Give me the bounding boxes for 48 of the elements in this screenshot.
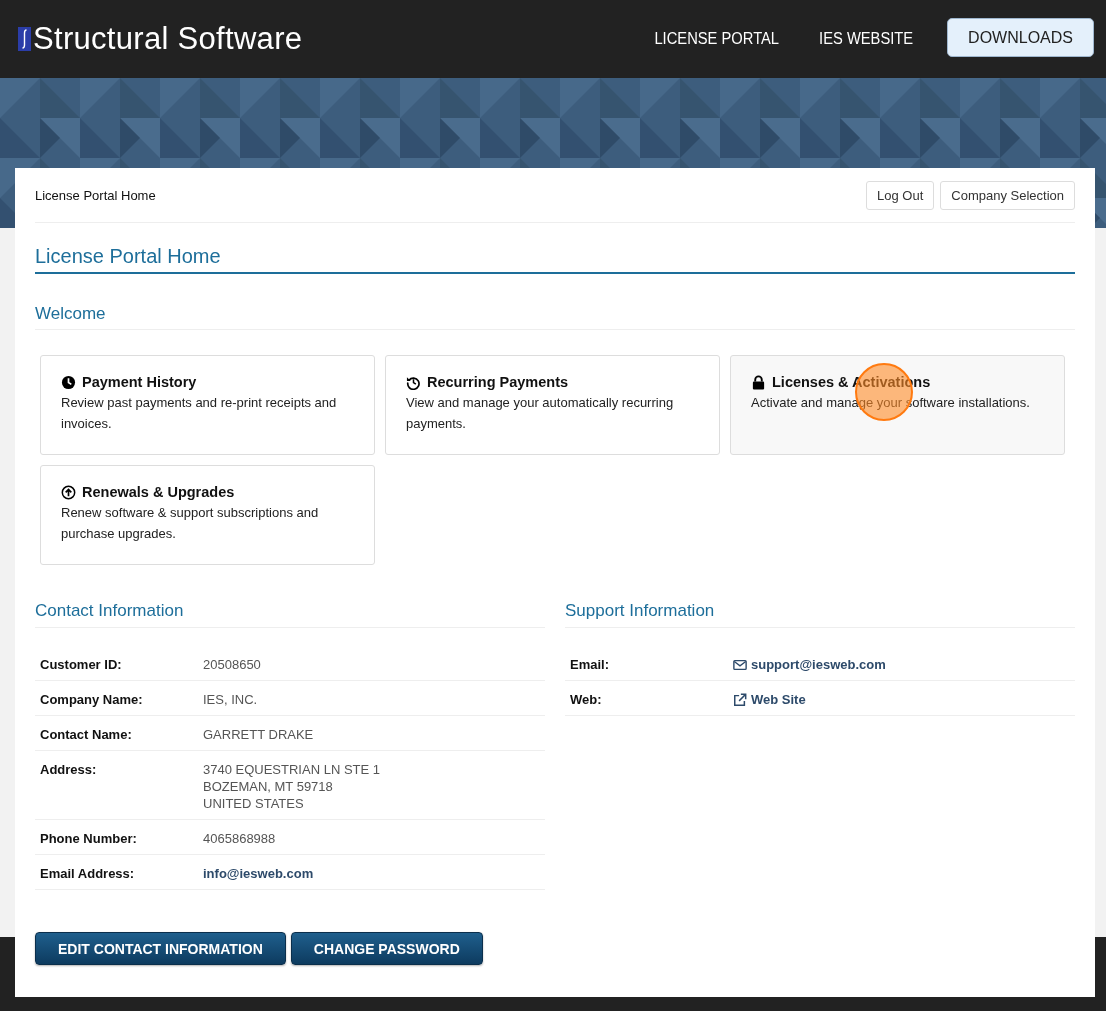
card-title: Licenses & Activations [772,374,931,390]
section-heading: Welcome [35,304,1075,330]
field-label: Contact Name: [40,726,133,743]
card-title: Renewals & Upgrades [82,484,235,500]
card-description: Renew software & support subscriptions and purchase upgrades. [61,504,320,543]
downloads-button[interactable]: DOWNLOADS [947,17,1094,57]
page-title: License Portal Home [35,245,1075,274]
section-heading: Support Information [565,601,1075,628]
logo-text: Structural Software [33,21,303,57]
history-icon [406,374,421,390]
action-button[interactable]: CHANGE PASSWORD [290,932,483,965]
header-button[interactable]: Company Selection [940,180,1075,210]
field-value: UNITED STATES [203,795,305,812]
envelope-icon [733,657,747,672]
field-label: Customer ID: [40,656,123,673]
feature-card[interactable]: Renewals & Upgrades Renew software & support subscriptions and purchase upgrades. [40,465,375,565]
field-label: Phone Number: [40,830,138,847]
field-label: Address: [40,761,98,779]
breadcrumb: License Portal Home [35,187,157,203]
field-label: Email: [570,656,610,673]
feature-card[interactable]: Recurring Payments View and manage your automatically recurring payments. [385,355,720,455]
field-value: IES, INC. [203,691,258,708]
logo-icon [18,27,31,51]
website-link[interactable]: Web Site [751,691,806,708]
lock-icon [751,374,766,390]
field-value: GARRETT DRAKE [203,726,314,743]
field-label: Company Name: [40,691,144,708]
field-value: BOZEMAN, MT 59718 [203,778,334,795]
clock-icon [61,374,76,390]
field-label: Email Address: [40,865,136,882]
feature-card[interactable]: Payment History Review past payments and re-print receipts and invoices. [40,355,375,455]
upload-circle-icon [61,484,76,500]
card-description: Review past payments and re-print receipts and invoices. [61,394,338,433]
header-button[interactable]: Log Out [866,180,935,210]
nav-link[interactable]: IES WEBSITE [818,30,913,48]
card-title: Recurring Payments [427,374,569,390]
field-value: 4065868988 [203,830,276,847]
email-link[interactable]: support@iesweb.com [751,656,886,673]
card-description: View and manage your automatically recurring payments. [406,394,675,433]
email-link[interactable]: info@iesweb.com [203,865,314,882]
external-link-icon [733,692,747,707]
action-button[interactable]: EDIT CONTACT INFORMATION [35,932,286,965]
nav-link[interactable]: LICENSE PORTAL [654,30,780,48]
card-title: Payment History [82,374,197,390]
field-value: 20508650 [203,656,261,673]
field-value: 3740 EQUESTRIAN LN STE 1 [203,761,380,778]
section-heading: Contact Information [35,601,545,628]
field-label: Web: [570,691,603,708]
